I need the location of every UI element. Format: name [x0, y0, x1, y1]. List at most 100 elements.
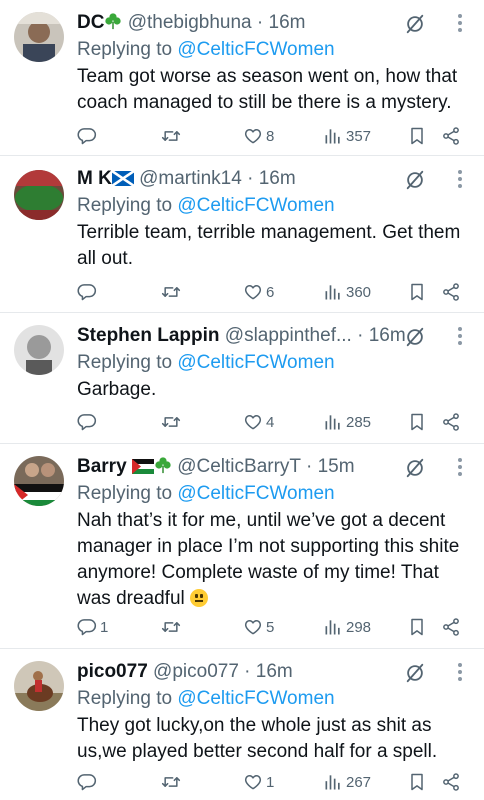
reply-button[interactable]: [77, 124, 100, 148]
avatar[interactable]: [14, 325, 64, 375]
neutral-face-icon: [190, 589, 209, 607]
dot-separator: ·: [305, 456, 313, 477]
display-name[interactable]: DC: [77, 12, 104, 33]
handle[interactable]: @pico077: [153, 661, 239, 682]
handle[interactable]: @martink14: [139, 168, 242, 189]
bookmark-icon: [407, 412, 427, 432]
display-name[interactable]: Barry: [77, 456, 127, 477]
avatar[interactable]: [14, 661, 64, 711]
replying-to-label: Replying to: [77, 195, 173, 216]
timestamp[interactable]: 16m: [259, 168, 296, 189]
view-count: 285: [346, 413, 372, 431]
reply-count: 1: [100, 618, 109, 636]
avatar[interactable]: [14, 170, 64, 220]
avatar[interactable]: [14, 12, 64, 62]
reply-text: Terrible team, terrible management. Get …: [77, 222, 461, 269]
handle[interactable]: @slappinthef...: [225, 325, 352, 346]
like-button[interactable]: 1: [243, 770, 274, 794]
grok-icon[interactable]: [404, 457, 426, 479]
reply-card[interactable]: DC @thebigbhuna · 16m Replying to @Celti…: [0, 0, 484, 156]
retweet-button[interactable]: [161, 770, 184, 794]
reply-text: Team got worse as season went on, how th…: [77, 66, 458, 113]
dot-separator: ·: [247, 168, 254, 189]
timestamp[interactable]: 16m: [369, 325, 406, 346]
bookmark-icon: [407, 126, 427, 146]
like-button[interactable]: 4: [243, 410, 274, 434]
replying-to: Replying to @CelticFCWomen: [77, 193, 335, 219]
share-icon: [441, 282, 461, 302]
reply-button[interactable]: 1: [77, 615, 108, 639]
replying-to-label: Replying to: [77, 352, 173, 373]
share-button[interactable]: [441, 615, 461, 639]
views-button[interactable]: 267: [323, 770, 371, 794]
display-name[interactable]: pico077: [77, 661, 148, 682]
retweet-icon: [161, 126, 181, 146]
mention-link[interactable]: @CelticFCWomen: [177, 352, 334, 373]
like-button[interactable]: 8: [243, 124, 274, 148]
more-icon[interactable]: [456, 661, 464, 683]
retweet-button[interactable]: [161, 410, 184, 434]
reply-card[interactable]: M K @martink14 · 16m Replying to @Celtic…: [0, 156, 484, 313]
mention-link[interactable]: @CelticFCWomen: [177, 483, 334, 504]
more-icon[interactable]: [456, 456, 464, 478]
display-name[interactable]: Stephen Lappin: [77, 325, 220, 346]
views-button[interactable]: 285: [323, 410, 371, 434]
handle[interactable]: @CelticBarryT: [177, 456, 300, 477]
grok-icon[interactable]: [404, 662, 426, 684]
mention-link[interactable]: @CelticFCWomen: [177, 688, 334, 709]
bookmark-button[interactable]: [407, 770, 427, 794]
like-button[interactable]: 5: [243, 615, 274, 639]
mention-link[interactable]: @CelticFCWomen: [177, 195, 334, 216]
like-button[interactable]: 6: [243, 280, 274, 304]
more-icon[interactable]: [456, 325, 464, 347]
grok-icon[interactable]: [404, 169, 426, 191]
action-bar: 1 5 298: [77, 615, 462, 639]
reply-button[interactable]: [77, 770, 100, 794]
views-icon: [323, 617, 343, 637]
more-icon[interactable]: [456, 12, 464, 34]
view-count: 267: [346, 773, 372, 791]
mention-link[interactable]: @CelticFCWomen: [177, 39, 334, 60]
share-button[interactable]: [441, 280, 461, 304]
action-bar: 1 267: [77, 770, 462, 794]
reply-card[interactable]: Barry @CelticBarryT · 15m Replying to @C…: [0, 444, 484, 649]
reply-button[interactable]: [77, 410, 100, 434]
retweet-icon: [161, 282, 181, 302]
share-button[interactable]: [441, 770, 461, 794]
bookmark-button[interactable]: [407, 124, 427, 148]
reply-card[interactable]: pico077 @pico077 · 16m Replying to @Celt…: [0, 649, 484, 800]
handle[interactable]: @thebigbhuna: [128, 12, 252, 33]
retweet-button[interactable]: [161, 280, 184, 304]
more-icon[interactable]: [456, 168, 464, 190]
retweet-icon: [161, 412, 181, 432]
like-count: 1: [266, 773, 275, 791]
views-button[interactable]: 357: [323, 124, 371, 148]
heart-icon: [243, 282, 263, 302]
bookmark-button[interactable]: [407, 280, 427, 304]
bookmark-button[interactable]: [407, 615, 427, 639]
replying-to-label: Replying to: [77, 483, 173, 504]
timestamp[interactable]: 16m: [256, 661, 293, 682]
reply-header: pico077 @pico077 · 16m: [77, 659, 414, 685]
timestamp[interactable]: 15m: [318, 456, 355, 477]
retweet-button[interactable]: [161, 615, 184, 639]
display-name[interactable]: M K: [77, 168, 112, 189]
reply-icon: [77, 412, 97, 432]
reply-card[interactable]: Stephen Lappin @slappinthef... · 16m Rep…: [0, 313, 484, 444]
reply-button[interactable]: [77, 280, 100, 304]
views-button[interactable]: 298: [323, 615, 371, 639]
share-button[interactable]: [441, 124, 461, 148]
timestamp[interactable]: 16m: [269, 12, 306, 33]
avatar[interactable]: [14, 456, 64, 506]
retweet-button[interactable]: [161, 124, 184, 148]
reply-text: Nah that’s it for me, until we’ve got a …: [77, 510, 460, 609]
grok-icon[interactable]: [404, 13, 426, 35]
share-button[interactable]: [441, 410, 461, 434]
grok-icon[interactable]: [404, 326, 426, 348]
action-bar: 8 357: [77, 124, 462, 148]
replying-to: Replying to @CelticFCWomen: [77, 350, 335, 376]
views-button[interactable]: 360: [323, 280, 371, 304]
bookmark-icon: [407, 282, 427, 302]
bookmark-button[interactable]: [407, 410, 427, 434]
like-count: 4: [266, 413, 275, 431]
